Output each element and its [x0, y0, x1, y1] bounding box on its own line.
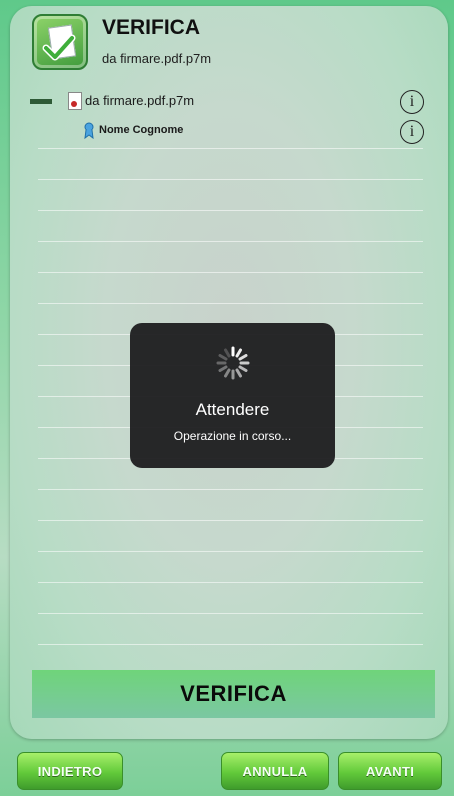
tree-item-signer[interactable]: Nome Cognome i	[10, 118, 448, 146]
collapse-icon[interactable]	[30, 99, 52, 104]
verify-button[interactable]: VERIFICA	[32, 670, 435, 718]
overlay-title: Attendere	[195, 400, 270, 419]
overlay-message: Operazione in corso...	[173, 429, 292, 443]
page-title: VERIFICA	[102, 16, 201, 39]
cancel-button[interactable]: ANNULLA	[221, 752, 329, 790]
info-icon[interactable]: i	[400, 90, 424, 114]
certificate-icon	[84, 122, 94, 140]
back-button[interactable]: INDIETRO	[17, 752, 123, 790]
header: VERIFICA da firmare.pdf.p7m	[10, 6, 448, 86]
page-subtitle: da firmare.pdf.p7m	[102, 51, 212, 66]
loading-overlay: Attendere Operazione in corso...	[130, 323, 335, 468]
verify-document-icon	[32, 14, 88, 70]
spinner-icon	[216, 346, 250, 380]
signer-name-label: Nome Cognome	[99, 124, 184, 136]
next-button[interactable]: AVANTI	[338, 752, 442, 790]
tree-item-file[interactable]: da firmare.pdf.p7m i	[10, 88, 448, 116]
pdf-file-icon	[68, 92, 82, 110]
file-name-label: da firmare.pdf.p7m	[85, 93, 195, 108]
info-icon[interactable]: i	[400, 120, 424, 144]
